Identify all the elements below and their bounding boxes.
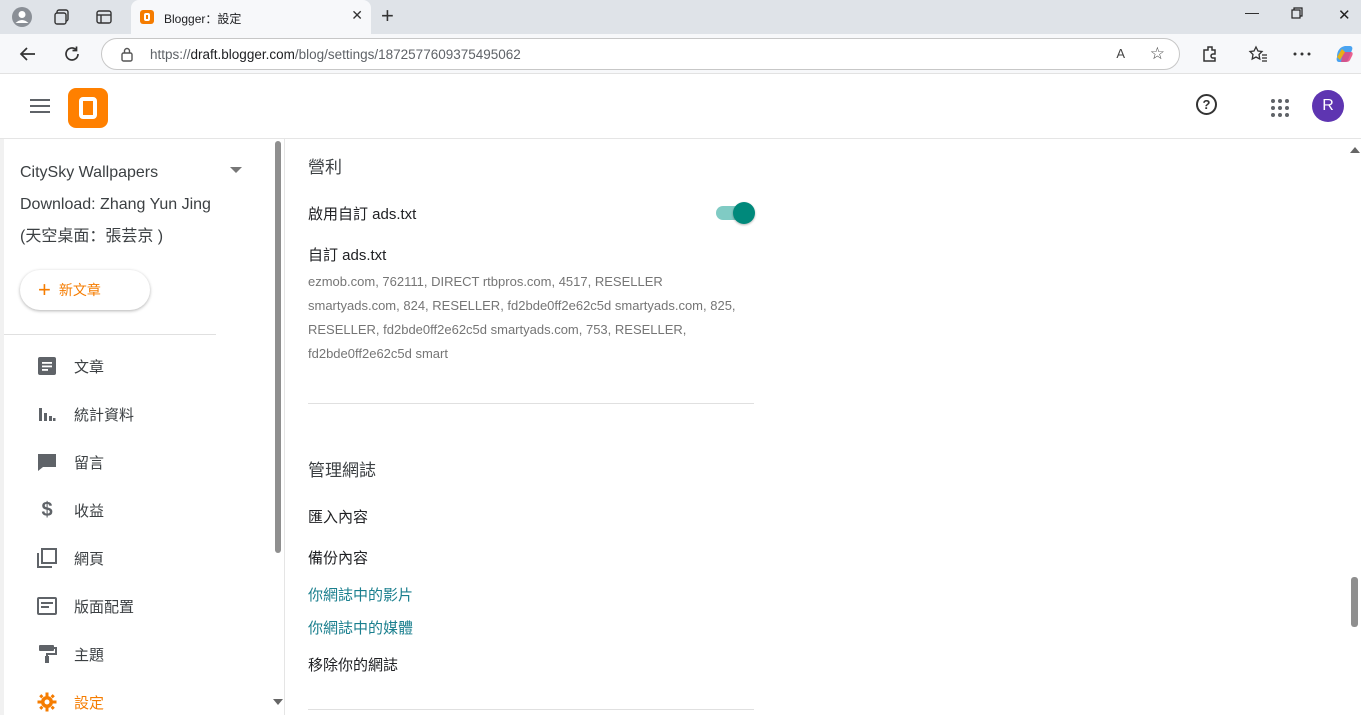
layout-icon [36, 595, 58, 617]
custom-ads-title[interactable]: 自訂 ads.txt [308, 244, 386, 265]
browser-toolbar: https://draft.blogger.com/blog/settings/… [0, 34, 1361, 74]
sidebar-item-label: 統計資料 [74, 406, 135, 424]
back-icon[interactable] [16, 42, 40, 66]
sidebar-item-label: 留言 [74, 454, 105, 472]
blogger-logo-icon[interactable] [68, 88, 108, 128]
pages-icon [36, 547, 58, 569]
new-tab-button[interactable]: + [381, 4, 394, 28]
address-bar[interactable]: https://draft.blogger.com/blog/settings/… [101, 38, 1180, 70]
blog-dropdown-icon[interactable] [230, 167, 242, 173]
import-content-button[interactable]: 匯入內容 [308, 506, 368, 527]
stats-icon [36, 403, 58, 425]
main-scrollbar[interactable] [1348, 139, 1361, 715]
profile-icon[interactable] [10, 5, 34, 29]
more-options-icon[interactable] [1290, 42, 1314, 66]
minimize-icon[interactable]: — [1245, 4, 1259, 20]
tab-actions-icon[interactable] [92, 5, 116, 29]
close-window-icon[interactable]: ✕ [1338, 6, 1351, 24]
favorites-icon[interactable] [1246, 42, 1270, 66]
copilot-icon[interactable] [1332, 42, 1356, 66]
settings-icon [36, 691, 58, 713]
remove-blog-button[interactable]: 移除你的網誌 [308, 654, 398, 675]
custom-ads-content[interactable]: ezmob.com, 762111, DIRECT rtbpros.com, 4… [308, 270, 738, 366]
plus-icon: + [38, 277, 51, 302]
comments-icon [36, 451, 58, 473]
close-tab-icon[interactable]: ✕ [351, 7, 363, 24]
extensions-icon[interactable] [1198, 42, 1222, 66]
sidebar-item-comments[interactable]: 留言 [4, 438, 269, 486]
sidebar-scrollbar-thumb[interactable] [275, 141, 281, 553]
sidebar-item-label: 設定 [74, 694, 105, 712]
reload-icon[interactable] [60, 42, 84, 66]
tab-title: Blogger：設定 [164, 12, 242, 26]
new-post-button[interactable]: + 新文章 [20, 270, 150, 310]
manage-blog-section-title: 管理網誌 [308, 461, 376, 480]
posts-icon [36, 355, 58, 377]
sidebar-item-theme[interactable]: 主題 [4, 630, 269, 678]
earnings-icon: $ [41, 498, 53, 521]
toggle-knob [733, 202, 755, 224]
google-apps-icon[interactable] [1271, 99, 1289, 117]
blog-selector[interactable]: CitySky Wallpapers Download: Zhang Yun J… [20, 157, 220, 253]
main-scrollbar-thumb[interactable] [1351, 577, 1358, 627]
lock-icon[interactable] [120, 47, 134, 67]
sidebar: CitySky Wallpapers Download: Zhang Yun J… [0, 139, 285, 715]
scroll-up-arrow-icon[interactable] [1350, 147, 1360, 153]
sidebar-item-settings[interactable]: 設定 [4, 678, 269, 726]
scroll-down-arrow-icon[interactable] [273, 699, 283, 705]
section-divider [308, 709, 754, 710]
url-text[interactable]: https://draft.blogger.com/blog/settings/… [150, 47, 521, 62]
monetization-section-title: 營利 [308, 158, 342, 177]
sidebar-item-layout[interactable]: 版面配置 [4, 582, 269, 630]
blogger-favicon-icon [140, 10, 154, 24]
favorite-star-icon[interactable]: ☆ [1150, 44, 1165, 64]
sidebar-item-earnings[interactable]: $ 收益 [4, 486, 269, 534]
help-icon[interactable]: ? [1196, 94, 1217, 115]
sidebar-item-label: 文章 [74, 358, 105, 376]
sidebar-item-pages[interactable]: 網頁 [4, 534, 269, 582]
browser-tab-bar: Blogger：設定 ✕ + — ✕ [0, 0, 1361, 34]
sidebar-item-posts[interactable]: 文章 [4, 342, 269, 390]
menu-icon[interactable] [30, 99, 50, 113]
theme-icon [36, 643, 58, 665]
avatar[interactable]: R [1312, 90, 1344, 122]
blogger-header: ? R [0, 75, 1361, 139]
sidebar-item-label: 網頁 [74, 550, 105, 568]
settings-content: 營利 啟用自訂 ads.txt 自訂 ads.txt ezmob.com, 76… [286, 139, 1346, 715]
sidebar-divider [4, 334, 216, 335]
sidebar-item-stats[interactable]: 統計資料 [4, 390, 269, 438]
workspaces-icon[interactable] [50, 5, 74, 29]
sidebar-item-label: 主題 [74, 646, 105, 664]
enable-custom-ads-toggle[interactable] [716, 201, 756, 225]
sidebar-item-label: 版面配置 [74, 598, 135, 616]
backup-content-button[interactable]: 備份內容 [308, 547, 368, 568]
read-aloud-icon[interactable]: A [1116, 46, 1125, 61]
sidebar-item-label: 收益 [74, 502, 105, 520]
enable-custom-ads-label: 啟用自訂 ads.txt [308, 206, 417, 223]
sidebar-scrollbar[interactable] [272, 139, 284, 715]
browser-tab-blogger[interactable]: Blogger：設定 ✕ [131, 0, 371, 34]
restore-icon[interactable] [1291, 6, 1303, 22]
blog-videos-link[interactable]: 你網誌中的影片 [308, 584, 413, 605]
section-divider [308, 403, 754, 404]
blog-media-link[interactable]: 你網誌中的媒體 [308, 617, 413, 638]
